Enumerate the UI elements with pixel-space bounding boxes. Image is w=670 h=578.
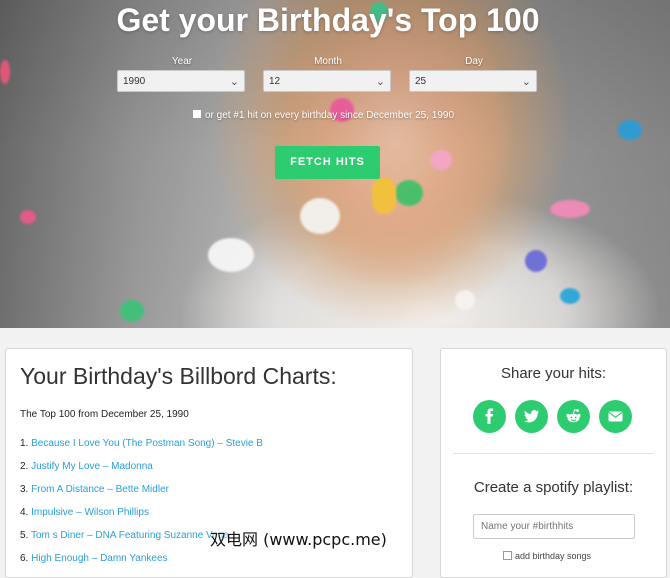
hit-link[interactable]: Impulsive – Wilson Phillips — [31, 507, 149, 518]
hit-link[interactable]: Because I Love You (The Postman Song) – … — [31, 438, 263, 449]
playlist-title: Create a spotify playlist: — [473, 479, 634, 496]
hits-list: 1. Because I Love You (The Postman Song)… — [20, 437, 263, 575]
confetti — [560, 288, 580, 304]
charts-title: Your Birthday's Billbord Charts: — [20, 363, 337, 389]
hit-link[interactable]: Justify My Love – Madonna — [31, 461, 153, 472]
list-item: 2. Justify My Love – Madonna — [20, 460, 263, 483]
list-item: 6. High Enough – Damn Yankees — [20, 552, 263, 575]
hit-number: 3. — [20, 484, 29, 495]
share-card: Share your hits: Create a spotify playli… — [440, 348, 667, 578]
hit-number: 1. — [20, 438, 29, 449]
confetti — [208, 238, 254, 272]
hero-title: Get your Birthday's Top 100 — [116, 2, 540, 38]
chevron-down-icon: ⌄ — [521, 76, 531, 88]
chevron-down-icon: ⌄ — [375, 76, 385, 88]
facebook-share-button[interactable] — [473, 400, 506, 433]
confetti — [0, 60, 10, 84]
fetch-hits-button[interactable]: FETCH HITS — [275, 146, 380, 179]
playlist-name-input[interactable] — [473, 514, 635, 539]
confetti — [550, 200, 590, 218]
confetti — [372, 178, 396, 214]
every-birthday-option: or get #1 hit on every birthday since De… — [192, 109, 454, 121]
chevron-down-icon: ⌄ — [229, 76, 239, 88]
charts-subtitle: The Top 100 from December 25, 1990 — [20, 409, 189, 420]
reddit-icon — [566, 409, 581, 423]
add-songs-option: add birthday songs — [503, 551, 591, 561]
list-item: 1. Because I Love You (The Postman Song)… — [20, 437, 263, 460]
confetti — [120, 300, 144, 322]
confetti — [455, 290, 475, 310]
confetti — [525, 250, 547, 272]
add-songs-label: add birthday songs — [515, 551, 592, 561]
month-select[interactable]: 12 ⌄ — [263, 70, 391, 92]
year-select-value: 1990 — [123, 76, 146, 87]
confetti — [20, 210, 36, 224]
email-icon — [608, 411, 623, 422]
day-select-value: 25 — [415, 76, 427, 87]
day-label: Day — [465, 56, 483, 67]
hero-banner: Get your Birthday's Top 100 Year Month D… — [0, 0, 670, 328]
confetti — [618, 120, 642, 140]
year-label: Year — [171, 56, 193, 67]
hit-link[interactable]: From A Distance – Bette Midler — [31, 484, 169, 495]
confetti — [430, 150, 452, 170]
hit-number: 4. — [20, 507, 29, 518]
facebook-icon — [485, 408, 493, 424]
year-select[interactable]: 1990 ⌄ — [117, 70, 245, 92]
twitter-icon — [524, 410, 539, 423]
list-item: 3. From A Distance – Bette Midler — [20, 483, 263, 506]
divider — [453, 453, 653, 454]
month-label: Month — [314, 56, 342, 67]
hit-number: 5. — [20, 530, 29, 541]
email-share-button[interactable] — [599, 400, 632, 433]
day-select[interactable]: 25 ⌄ — [409, 70, 537, 92]
confetti — [300, 198, 340, 234]
hit-link[interactable]: Tom s Diner – DNA Featuring Suzanne Vega — [31, 530, 229, 541]
share-title: Share your hits: — [500, 365, 607, 382]
watermark: 双电网 (www.pcpc.me) — [210, 530, 387, 549]
twitter-share-button[interactable] — [515, 400, 548, 433]
month-select-value: 12 — [269, 76, 281, 87]
every-birthday-label: or get #1 hit on every birthday since De… — [205, 110, 455, 121]
every-birthday-checkbox[interactable] — [192, 109, 202, 119]
confetti — [395, 180, 423, 206]
reddit-share-button[interactable] — [557, 400, 590, 433]
hit-number: 2. — [20, 461, 29, 472]
